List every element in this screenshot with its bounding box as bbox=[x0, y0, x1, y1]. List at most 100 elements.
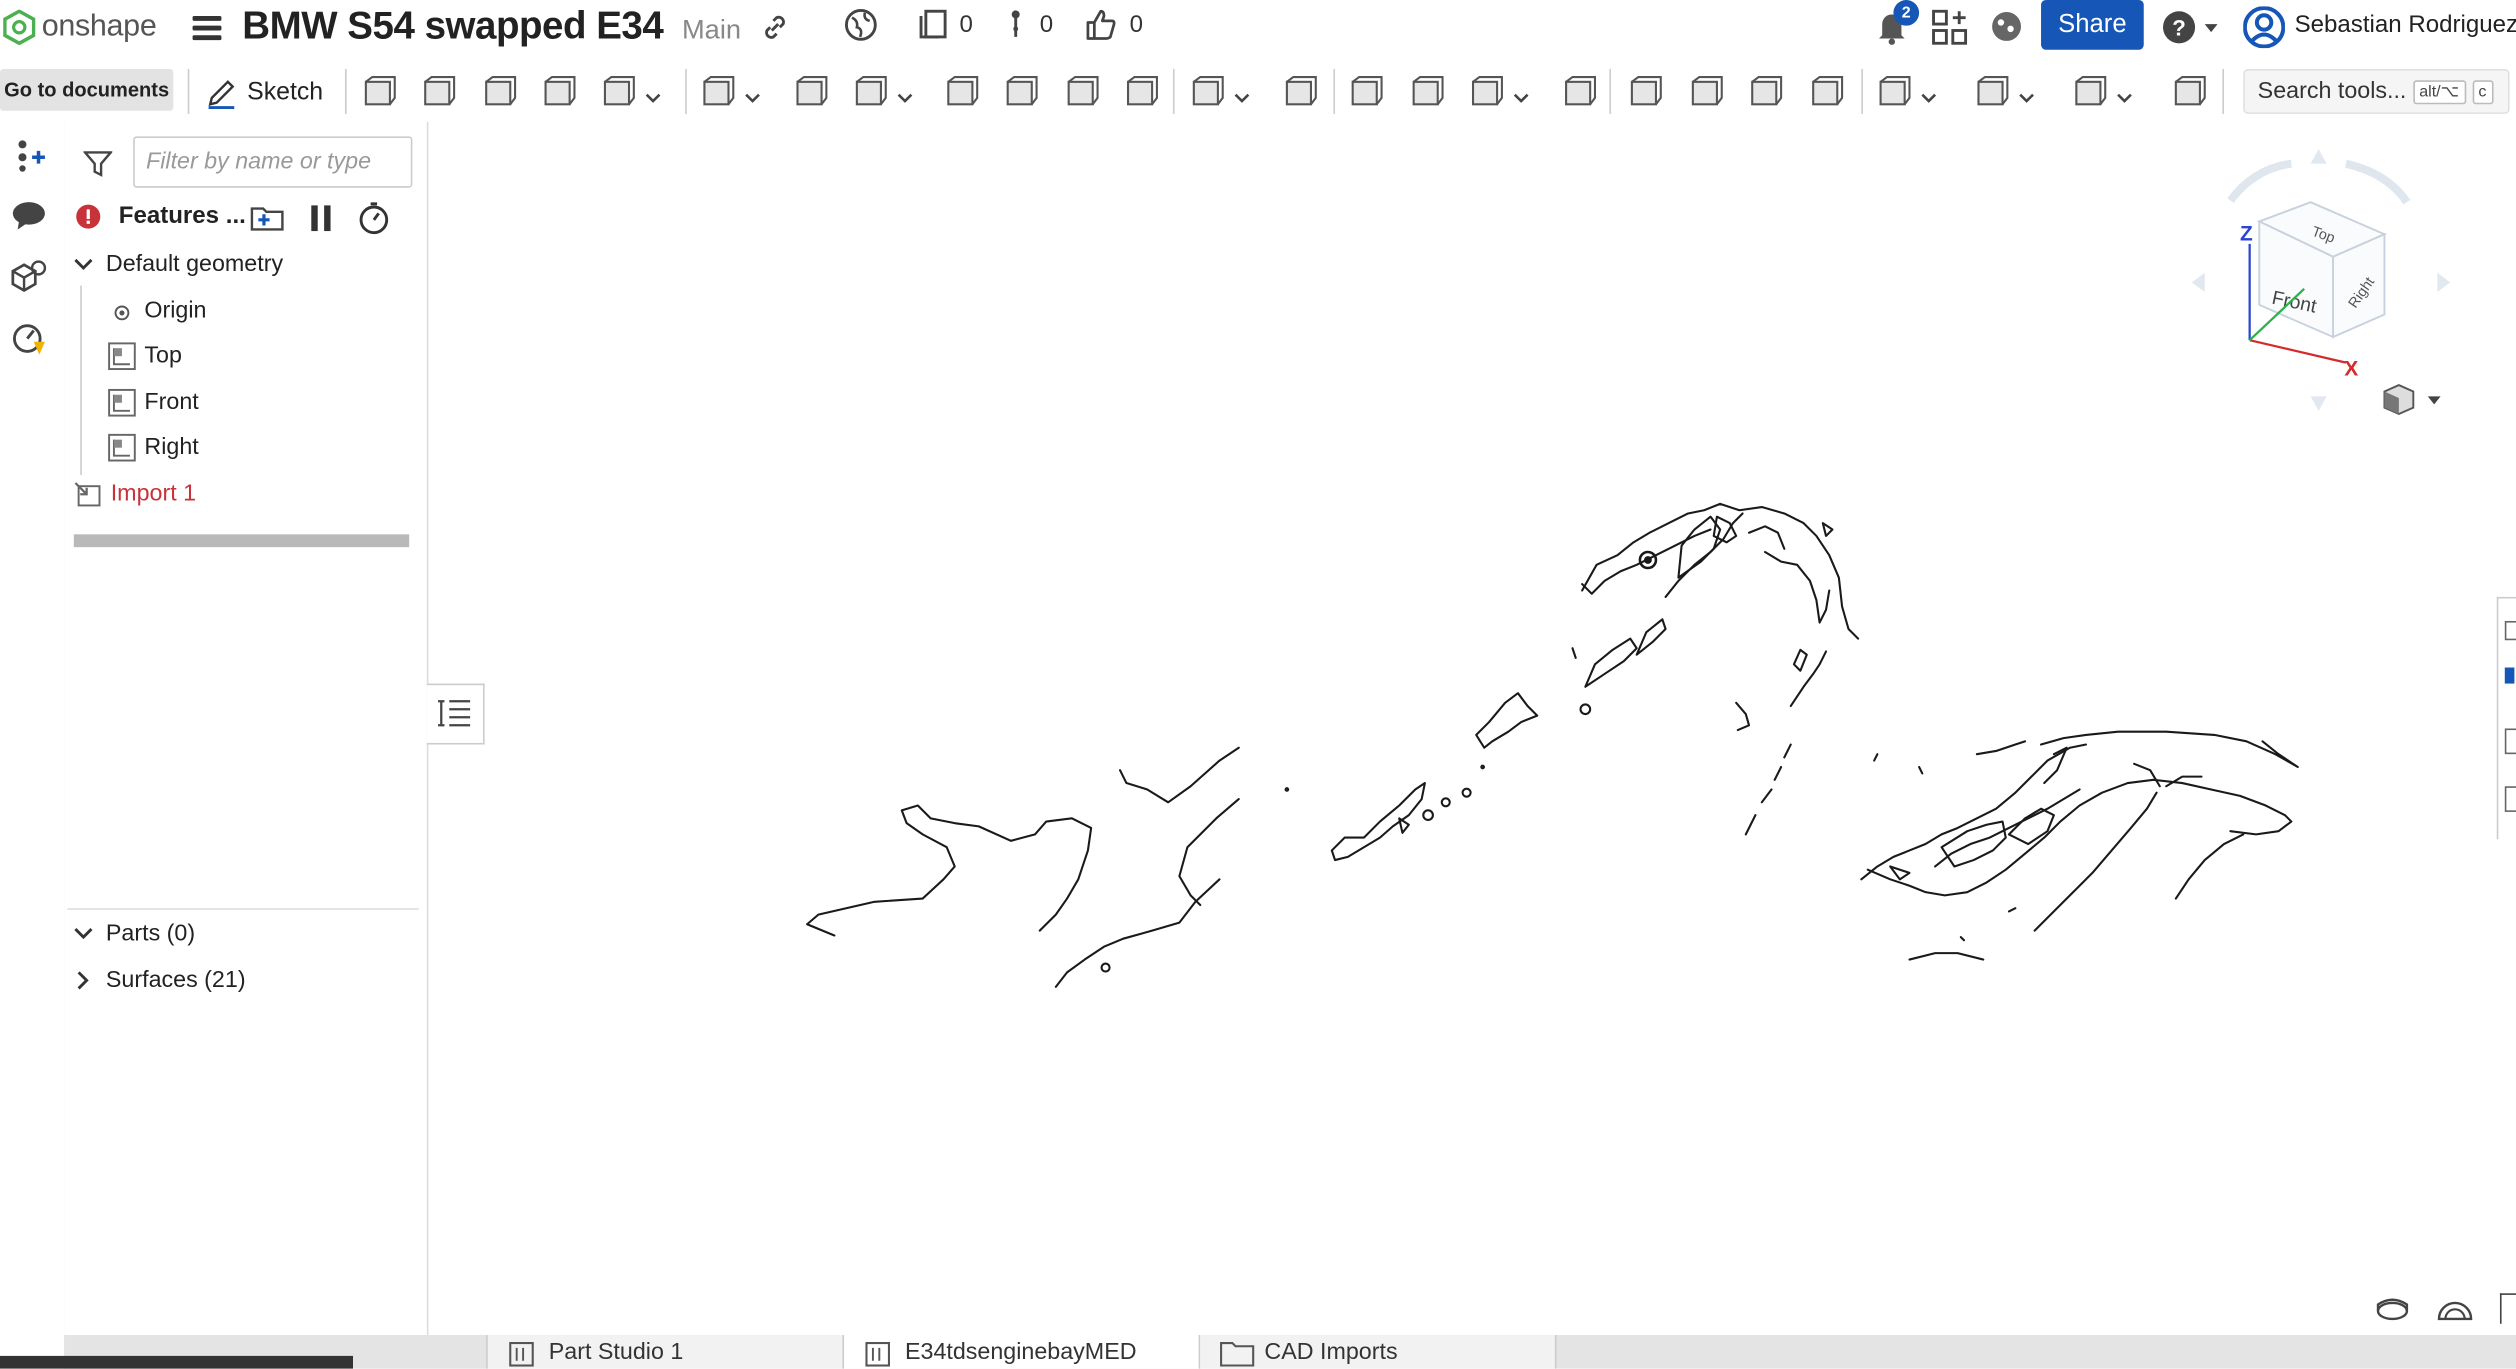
link-icon[interactable] bbox=[761, 13, 790, 50]
app-store-icon[interactable] bbox=[1932, 9, 1968, 53]
imported-edge bbox=[1735, 701, 1751, 732]
chevron-down-icon[interactable] bbox=[1921, 85, 1937, 103]
replace-face-icon[interactable] bbox=[1808, 75, 1844, 110]
imported-edge bbox=[1744, 743, 1792, 836]
branch-label[interactable]: Main bbox=[682, 14, 741, 46]
chevron-down-icon[interactable] bbox=[645, 85, 661, 103]
user-name[interactable]: Sebastian Rodriguez bbox=[2295, 11, 2516, 38]
search-tools-input[interactable]: Search tools... alt/⌥ c bbox=[2243, 68, 2510, 114]
performance-warning-icon[interactable] bbox=[10, 319, 49, 366]
plane-right-item[interactable]: Right bbox=[144, 435, 198, 461]
add-custom-feature-icon[interactable] bbox=[2171, 75, 2206, 110]
rollback-bar[interactable] bbox=[73, 534, 410, 548]
comments-icon[interactable] bbox=[11, 199, 46, 239]
rib-icon[interactable] bbox=[944, 75, 979, 110]
share-button[interactable]: Share bbox=[2041, 0, 2144, 50]
chevron-down-icon[interactable] bbox=[1513, 85, 1529, 103]
chevron-down-icon[interactable] bbox=[2019, 85, 2035, 103]
tab-e34-engine-bay[interactable]: E34tdsenginebayMED bbox=[844, 1335, 1201, 1369]
pause-icon[interactable] bbox=[308, 204, 334, 241]
modify-fillet-icon[interactable] bbox=[1627, 75, 1662, 110]
draft-icon[interactable] bbox=[852, 75, 887, 110]
chevron-down-icon[interactable] bbox=[745, 85, 761, 103]
right-panel-icon[interactable] bbox=[2504, 620, 2516, 641]
variable-icon[interactable] bbox=[2072, 75, 2107, 110]
filter-icon[interactable] bbox=[82, 149, 114, 186]
import-feature-item[interactable]: Import 1 bbox=[111, 481, 196, 507]
right-panel-icon[interactable] bbox=[2504, 728, 2516, 755]
cylinder-icon[interactable] bbox=[1123, 75, 1158, 110]
chevron-down-icon[interactable] bbox=[72, 923, 94, 953]
extrude-icon[interactable] bbox=[361, 75, 396, 110]
mate-connector-icon[interactable] bbox=[1974, 75, 2009, 110]
render-mode-icon[interactable] bbox=[2436, 1293, 2475, 1330]
stopwatch-icon[interactable] bbox=[358, 201, 390, 244]
insert-mate-icon[interactable] bbox=[13, 138, 48, 181]
like-button[interactable]: 0 bbox=[1083, 6, 1143, 41]
parts-folder[interactable]: Parts (0) bbox=[106, 921, 195, 947]
sweep-icon[interactable] bbox=[481, 75, 517, 110]
menu-icon[interactable] bbox=[192, 11, 222, 43]
tab-part-studio-1[interactable]: Part Studio 1 bbox=[487, 1335, 845, 1369]
hole-icon[interactable] bbox=[1064, 75, 1099, 110]
plane-front-item[interactable]: Front bbox=[144, 390, 198, 416]
imported-edge bbox=[1398, 817, 1410, 834]
chamfer-icon[interactable] bbox=[793, 75, 828, 110]
shell-icon[interactable] bbox=[1003, 75, 1038, 110]
delete-face-icon[interactable] bbox=[1688, 75, 1723, 110]
fillet-icon[interactable] bbox=[700, 75, 735, 110]
view-cube[interactable]: Top Front Right Z X bbox=[2182, 144, 2455, 417]
origin-item[interactable]: Origin bbox=[144, 298, 206, 324]
chevron-down-icon[interactable] bbox=[1234, 85, 1250, 103]
measure-icon[interactable] bbox=[2499, 1293, 2516, 1324]
globe-icon[interactable] bbox=[844, 8, 878, 50]
thicken-icon[interactable] bbox=[600, 75, 635, 110]
plane-icon bbox=[108, 388, 137, 425]
chevron-right-icon[interactable] bbox=[72, 969, 94, 999]
section-view-icon[interactable] bbox=[2375, 1293, 2410, 1330]
surfaces-folder[interactable]: Surfaces (21) bbox=[106, 968, 246, 994]
imported-edge bbox=[1579, 703, 1592, 716]
imported-edge bbox=[1475, 692, 1539, 749]
mirror-icon[interactable] bbox=[1282, 75, 1317, 110]
learning-center-icon[interactable] bbox=[1990, 10, 2024, 52]
go-to-documents-button[interactable]: Go to documents bbox=[0, 68, 174, 111]
imported-edge bbox=[1643, 556, 1652, 564]
onshape-logo[interactable]: onshape bbox=[3, 6, 157, 48]
plane-top-item[interactable]: Top bbox=[144, 343, 182, 369]
split-icon[interactable] bbox=[1409, 75, 1444, 110]
boolean-icon[interactable] bbox=[1348, 75, 1383, 110]
revolve-icon[interactable] bbox=[420, 75, 456, 110]
imported-edge bbox=[1480, 764, 1485, 770]
plane-tool-icon[interactable] bbox=[1876, 75, 1911, 110]
feature-filter-input[interactable]: Filter by name or type bbox=[133, 136, 413, 188]
chevron-down-icon[interactable] bbox=[2116, 85, 2132, 103]
origin-icon bbox=[112, 302, 131, 331]
delete-part-icon[interactable] bbox=[1561, 75, 1597, 110]
parts-list-icon[interactable] bbox=[10, 260, 49, 303]
right-panel-icon[interactable] bbox=[2504, 667, 2515, 684]
document-title[interactable]: BMW S54 swapped E34 bbox=[242, 5, 664, 50]
imported-edge bbox=[1975, 740, 2027, 756]
thumbs-up-icon bbox=[1086, 9, 1116, 40]
right-panel-icon[interactable] bbox=[2504, 786, 2516, 812]
versions-button[interactable]: 0 bbox=[918, 8, 973, 40]
features-title[interactable]: Features ... bbox=[119, 202, 246, 229]
add-folder-icon[interactable] bbox=[250, 202, 285, 242]
transform-icon[interactable] bbox=[1468, 75, 1503, 110]
chevron-down-icon[interactable] bbox=[897, 85, 913, 103]
chevron-down-icon[interactable] bbox=[72, 254, 94, 284]
help-menu[interactable]: ? bbox=[2161, 10, 2219, 45]
imported-edge bbox=[1959, 936, 1966, 942]
default-geometry-folder[interactable]: Default geometry bbox=[106, 252, 283, 278]
avatar[interactable] bbox=[2242, 6, 2286, 56]
tab-cad-imports[interactable]: CAD Imports bbox=[1200, 1335, 1557, 1369]
sketch-button[interactable]: Sketch bbox=[205, 74, 323, 113]
z-axis-label: Z bbox=[2240, 223, 2253, 246]
view-options-menu[interactable] bbox=[2381, 383, 2442, 416]
imported-edge bbox=[1054, 878, 1221, 988]
move-face-icon[interactable] bbox=[1747, 75, 1783, 110]
pattern-icon[interactable] bbox=[1189, 75, 1224, 110]
branches-button[interactable]: 0 bbox=[1008, 8, 1053, 40]
loft-icon[interactable] bbox=[541, 75, 576, 110]
